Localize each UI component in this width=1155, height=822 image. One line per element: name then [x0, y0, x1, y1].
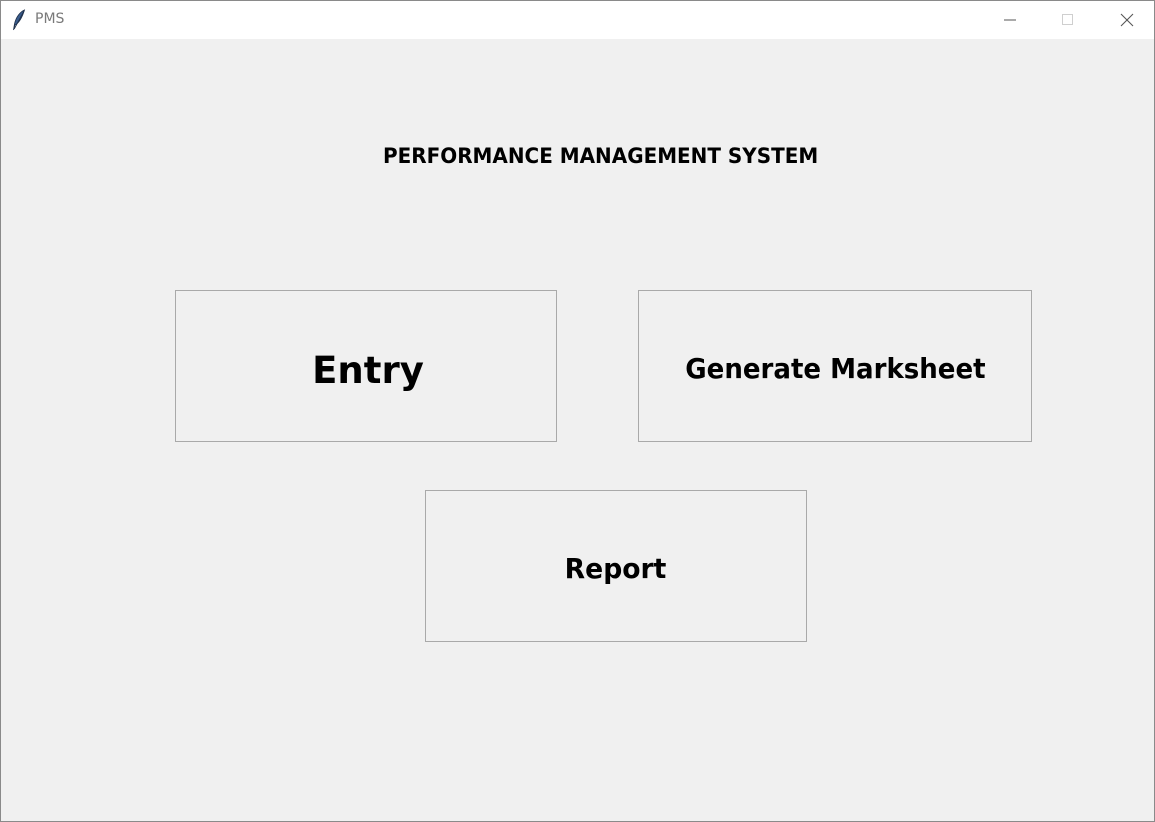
close-icon — [1120, 13, 1134, 27]
maximize-button[interactable] — [1045, 1, 1091, 39]
generate-marksheet-button[interactable]: Generate Marksheet — [638, 290, 1032, 442]
minimize-button[interactable] — [987, 1, 1033, 39]
maximize-icon — [1062, 14, 1074, 26]
entry-button-label: Entry — [312, 348, 424, 392]
feather-icon — [12, 9, 26, 31]
page-title: PERFORMANCE MANAGEMENT SYSTEM — [383, 144, 819, 168]
report-button[interactable]: Report — [425, 490, 807, 642]
minimize-icon — [1004, 14, 1016, 26]
title-bar[interactable]: PMS — [1, 1, 1154, 39]
entry-button[interactable]: Entry — [175, 290, 557, 442]
report-button-label: Report — [565, 551, 667, 585]
close-button[interactable] — [1104, 1, 1150, 39]
app-window: PMS PERFORMANCE MANAGEMENT SYSTEM Entry … — [0, 0, 1155, 822]
generate-marksheet-button-label: Generate Marksheet — [684, 351, 986, 385]
window-title: PMS — [35, 11, 65, 27]
